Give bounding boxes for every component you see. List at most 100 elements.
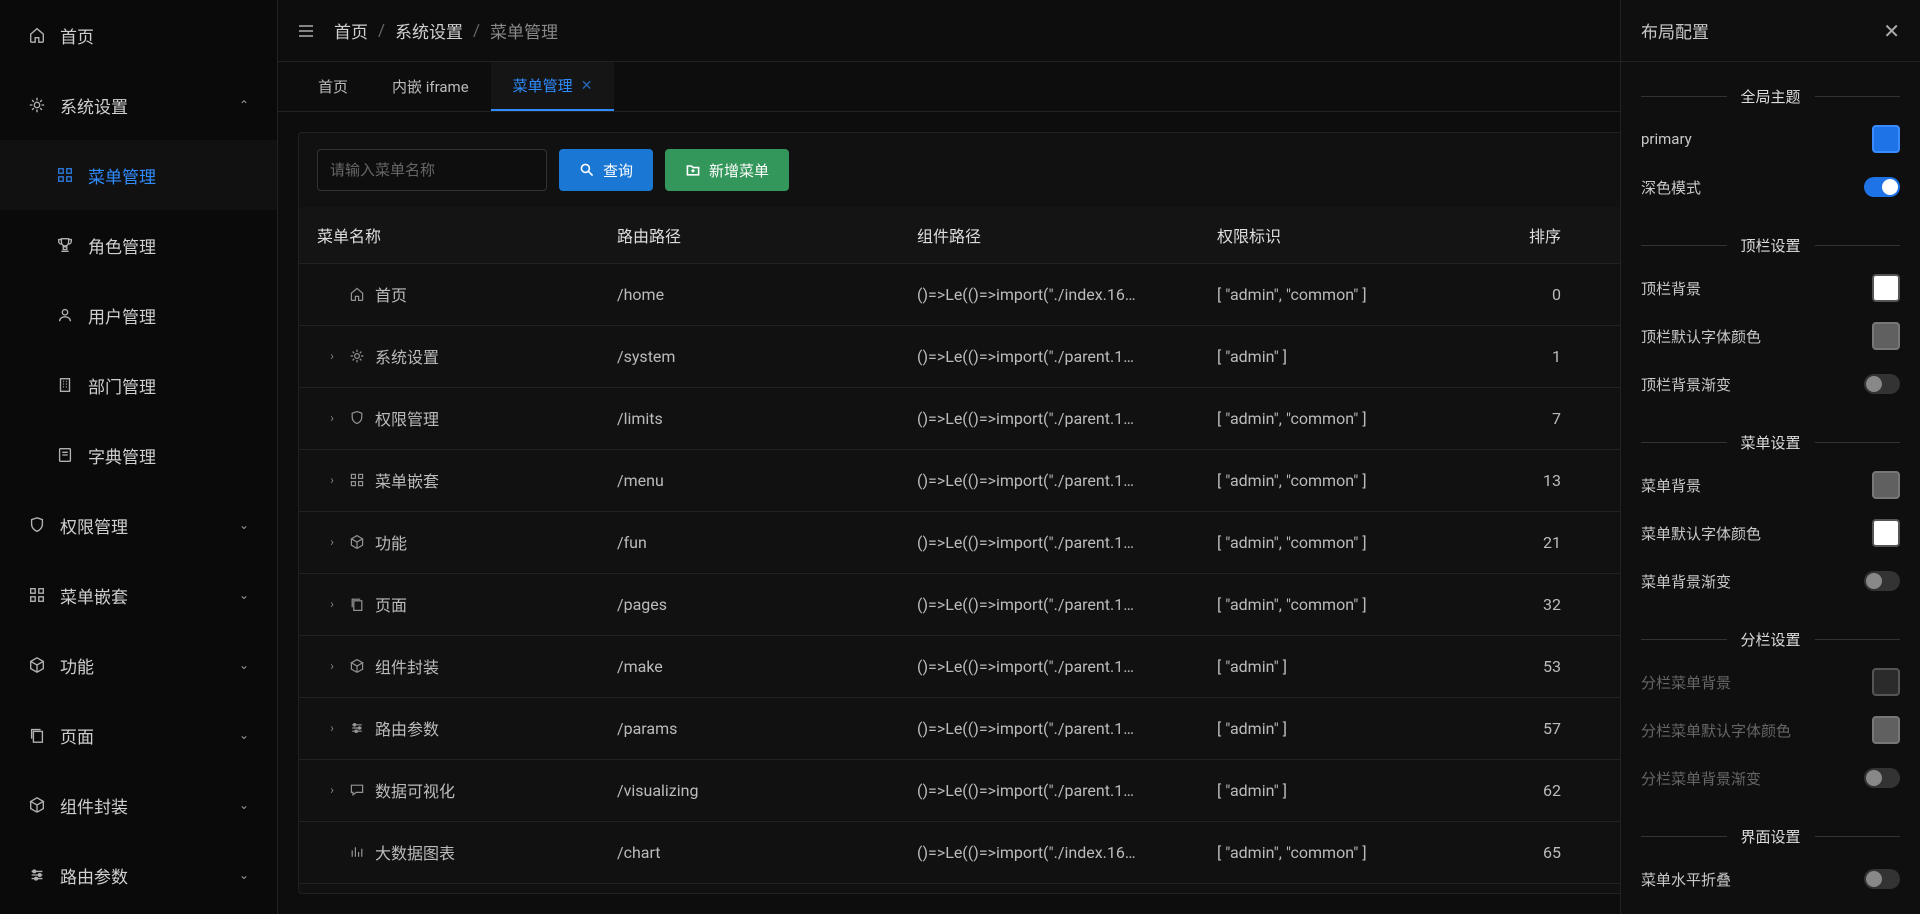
sidebar-item-label: 首页: [60, 23, 94, 48]
sidebar-item-4[interactable]: 用户管理: [0, 280, 277, 350]
hcollapse-switch[interactable]: [1864, 869, 1900, 889]
sort-value: 21: [1479, 511, 1579, 573]
cfg-dark-mode: 深色模式: [1621, 163, 1920, 211]
search-button-label: 查询: [603, 160, 633, 181]
cfg-primary: primary: [1621, 115, 1920, 163]
tab-0[interactable]: 首页: [296, 62, 370, 111]
chevron-down-icon: ⌄: [239, 518, 249, 532]
route-path: /home: [599, 263, 899, 325]
primary-color-swatch[interactable]: [1872, 125, 1900, 153]
sidebar-item-9[interactable]: 功能 ⌄: [0, 630, 277, 700]
sidebar-item-8[interactable]: 菜单嵌套⌄: [0, 560, 277, 630]
tab-2[interactable]: 菜单管理✕: [491, 62, 615, 111]
expand-icon[interactable]: ›: [325, 721, 339, 735]
search-icon: [579, 162, 595, 178]
folder-plus-icon: [685, 162, 701, 178]
expand-icon[interactable]: ›: [325, 473, 339, 487]
bars-icon: [349, 844, 365, 860]
sidebar-item-5[interactable]: 部门管理: [0, 350, 277, 420]
cube-icon: [28, 656, 46, 674]
sidebar-item-11[interactable]: 组件封装⌄: [0, 770, 277, 840]
menu-font-swatch[interactable]: [1872, 519, 1900, 547]
route-path: /fun: [599, 511, 899, 573]
dark-mode-switch[interactable]: [1864, 177, 1900, 197]
expand-icon[interactable]: ›: [325, 597, 339, 611]
auth-tag: [ "admin", "common" ]: [1199, 821, 1479, 883]
package-icon: [349, 658, 365, 674]
sidebar-item-label: 功能: [60, 653, 94, 678]
component-path: ()=>Le(()=>import("./parent.1…: [899, 573, 1199, 635]
cfg-menu-font: 菜单默认字体颜色: [1621, 509, 1920, 557]
menu-grad-switch[interactable]: [1864, 571, 1900, 591]
book-icon: [56, 446, 74, 464]
sidebar-item-label: 权限管理: [60, 513, 128, 538]
sidebar-item-3[interactable]: 角色管理: [0, 210, 277, 280]
top-bg-swatch[interactable]: [1872, 274, 1900, 302]
cfg-top-bg: 顶栏背景: [1621, 264, 1920, 312]
divider-topcol: 顶栏设置: [1621, 235, 1920, 256]
top-grad-switch[interactable]: [1864, 374, 1900, 394]
menu-name: 菜单嵌套: [375, 468, 439, 492]
sidebar-item-10[interactable]: 页面⌄: [0, 700, 277, 770]
sort-value: 1: [1479, 325, 1579, 387]
menu-name: 组件封装: [375, 654, 439, 678]
house-icon: [28, 26, 46, 44]
grid-icon: [349, 472, 365, 488]
chat-icon: [349, 782, 365, 798]
sidebar-item-label: 组件封装: [60, 793, 128, 818]
sidebar-item-2[interactable]: 菜单管理: [0, 140, 277, 210]
add-menu-button[interactable]: 新增菜单: [665, 149, 789, 191]
expand-icon[interactable]: ›: [325, 535, 339, 549]
top-font-swatch[interactable]: [1872, 322, 1900, 350]
search-input[interactable]: [317, 149, 547, 191]
expand-icon[interactable]: ›: [325, 349, 339, 363]
auth-tag: [ "admin" ]: [1199, 325, 1479, 387]
component-path: ()=>Le(()=>import("./parent.1…: [899, 759, 1199, 821]
sidebar-item-0[interactable]: 首页: [0, 0, 277, 70]
sidebar-item-1[interactable]: 系统设置 ⌃: [0, 70, 277, 140]
grid-icon: [56, 166, 74, 184]
auth-tag: [ "admin", "common" ]: [1199, 511, 1479, 573]
grid-icon: [28, 586, 46, 604]
sort-value: 7: [1479, 387, 1579, 449]
house-icon: [349, 286, 365, 302]
cfg-col-grad: 分栏菜单背景渐变: [1621, 754, 1920, 802]
drawer-title: 布局配置: [1641, 18, 1709, 43]
search-button[interactable]: 查询: [559, 149, 653, 191]
divider-global: 全局主题: [1621, 86, 1920, 107]
drawer-header: 布局配置 ✕: [1621, 0, 1920, 62]
chevron-down-icon: ⌄: [239, 658, 249, 672]
auth-tag: [ "admin" ]: [1199, 635, 1479, 697]
tab-1[interactable]: 内嵌 iframe: [370, 62, 491, 111]
component-path: ()=>Le(()=>import("./parent.1…: [899, 387, 1199, 449]
expand-icon[interactable]: ›: [325, 783, 339, 797]
route-path: /make: [599, 635, 899, 697]
route-path: /params: [599, 697, 899, 759]
chevron-up-icon: ⌃: [239, 98, 249, 112]
menu-toggle-icon[interactable]: [296, 21, 316, 41]
sidebar-item-label: 菜单嵌套: [60, 583, 128, 608]
divider-ui: 界面设置: [1621, 826, 1920, 847]
sidebar-item-6[interactable]: 字典管理: [0, 420, 277, 490]
sort-value: 0: [1479, 263, 1579, 325]
settings-drawer: 布局配置 ✕ 全局主题 primary 深色模式 顶栏设置 顶栏背景 顶栏默认字…: [1620, 0, 1920, 914]
expand-icon[interactable]: ›: [325, 411, 339, 425]
sidebar-item-label: 用户管理: [88, 303, 156, 328]
sidebar-item-7[interactable]: 权限管理 ⌄: [0, 490, 277, 560]
close-icon[interactable]: ✕: [581, 78, 593, 94]
expand-icon[interactable]: ›: [325, 659, 339, 673]
sidebar-item-label: 系统设置: [60, 93, 128, 118]
menu-name: 功能: [375, 530, 407, 554]
route-path: /menu: [599, 449, 899, 511]
component-path: ()=>Le(()=>import("./parent.1…: [899, 325, 1199, 387]
menu-name: 页面: [375, 592, 407, 616]
col-grad-switch: [1864, 768, 1900, 788]
breadcrumb-item[interactable]: 系统设置: [395, 18, 463, 43]
sidebar-item-12[interactable]: 路由参数⌄: [0, 840, 277, 910]
close-icon[interactable]: ✕: [1883, 19, 1900, 43]
menu-bg-swatch[interactable]: [1872, 471, 1900, 499]
breadcrumb-item[interactable]: 首页: [334, 18, 368, 43]
breadcrumb-item: 菜单管理: [490, 18, 558, 43]
chevron-down-icon: ⌄: [239, 728, 249, 742]
auth-tag: [ "admin", "common" ]: [1199, 263, 1479, 325]
